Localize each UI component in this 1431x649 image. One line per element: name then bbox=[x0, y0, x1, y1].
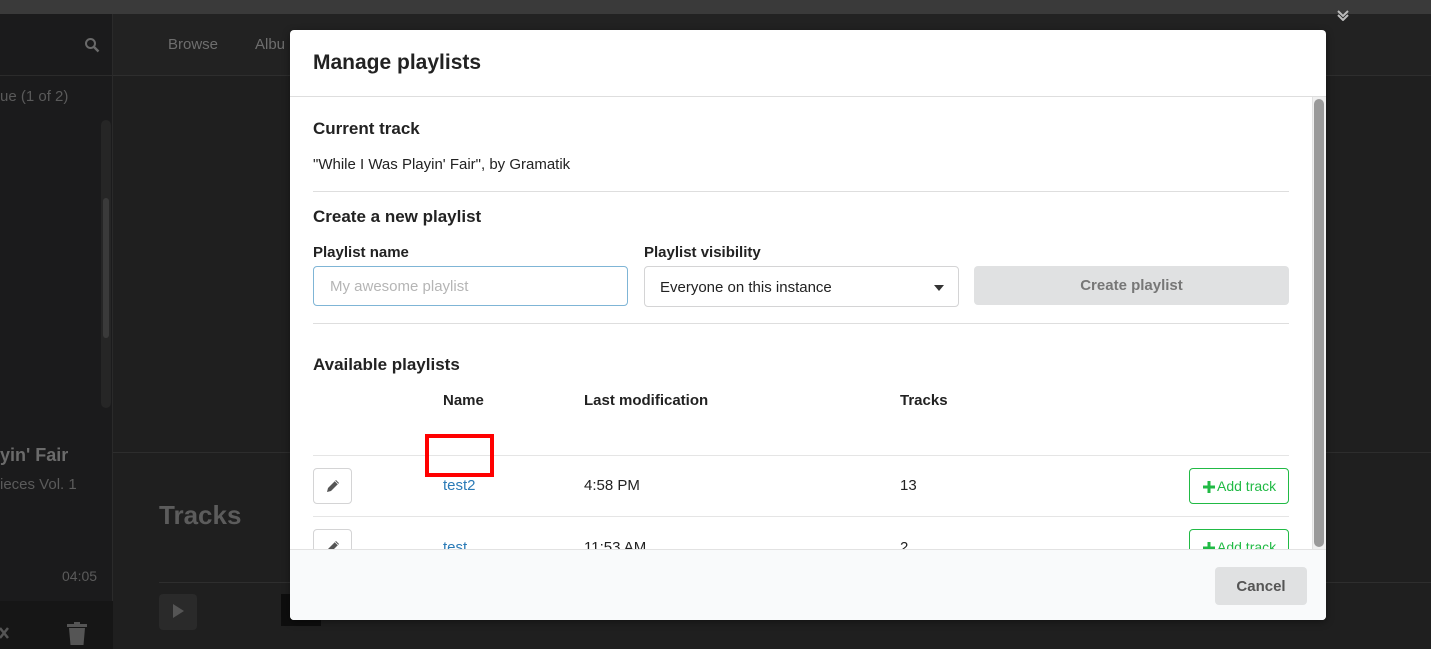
playlist-track-count: 13 bbox=[900, 477, 917, 494]
now-playing-title: yin' Fair bbox=[0, 445, 69, 465]
add-track-button[interactable]: Add track bbox=[1189, 468, 1289, 504]
column-header-tracks: Tracks bbox=[900, 392, 948, 409]
trash-icon[interactable] bbox=[66, 622, 88, 646]
play-icon bbox=[173, 604, 184, 618]
add-track-label: Add track bbox=[1217, 539, 1277, 549]
pencil-icon bbox=[327, 480, 339, 492]
column-header-last-modification: Last modification bbox=[584, 392, 709, 409]
sidebar bbox=[0, 14, 113, 649]
current-track-heading: Current track bbox=[313, 119, 420, 138]
modal-footer: Cancel bbox=[290, 549, 1326, 620]
modal-scrollbar[interactable] bbox=[1312, 97, 1326, 549]
chevron-down-icon[interactable] bbox=[1335, 8, 1351, 22]
playlist-track-count: 2 bbox=[900, 539, 909, 549]
playlist-visibility-label: Playlist visibility bbox=[644, 244, 761, 261]
queue-label: ue (1 of 2) bbox=[0, 88, 69, 105]
modal-body: Current track "While I Was Playin' Fair"… bbox=[290, 97, 1326, 549]
edit-playlist-button[interactable] bbox=[313, 468, 352, 504]
cancel-button[interactable]: Cancel bbox=[1215, 567, 1307, 605]
track-duration: 04:05 bbox=[62, 568, 98, 584]
playlist-visibility-select[interactable]: Everyone on this instance bbox=[644, 266, 959, 307]
highlight-box bbox=[425, 434, 494, 477]
now-playing-album: ieces Vol. 1 bbox=[0, 476, 77, 493]
plus-icon bbox=[1203, 481, 1215, 493]
playlist-last-modified: 4:58 PM bbox=[584, 477, 640, 494]
shuffle-icon[interactable] bbox=[0, 624, 12, 644]
queue-scrollbar-thumb[interactable] bbox=[103, 198, 109, 338]
add-track-label: Add track bbox=[1217, 478, 1277, 494]
player-bar bbox=[0, 601, 113, 649]
modal-header: Manage playlists bbox=[290, 30, 1326, 97]
playlist-name-link[interactable]: test2 bbox=[443, 477, 476, 494]
pencil-icon bbox=[328, 541, 339, 549]
playlist-name-link[interactable]: test bbox=[443, 539, 467, 549]
search-icon[interactable] bbox=[84, 37, 100, 53]
divider bbox=[313, 191, 1289, 192]
add-track-button[interactable]: Add track bbox=[1189, 529, 1289, 549]
divider bbox=[313, 323, 1289, 324]
modal-scrollbar-thumb[interactable] bbox=[1314, 99, 1324, 547]
nav-browse[interactable]: Browse bbox=[168, 36, 218, 53]
divider bbox=[313, 516, 1289, 517]
create-playlist-heading: Create a new playlist bbox=[313, 207, 482, 226]
playlist-name-label: Playlist name bbox=[313, 244, 409, 261]
current-track-text: "While I Was Playin' Fair", by Gramatik bbox=[313, 156, 571, 173]
plus-icon bbox=[1203, 542, 1215, 549]
modal-title: Manage playlists bbox=[313, 51, 482, 74]
playlist-last-modified: 11:53 AM bbox=[584, 539, 647, 549]
playlist-name-input[interactable] bbox=[313, 266, 628, 306]
manage-playlists-modal: Manage playlists Current track "While I … bbox=[290, 30, 1326, 620]
visibility-selected-value: Everyone on this instance bbox=[660, 279, 832, 296]
tracks-heading: Tracks bbox=[159, 500, 242, 530]
available-playlists-heading: Available playlists bbox=[313, 355, 460, 374]
column-header-name: Name bbox=[443, 392, 484, 409]
caret-down-icon bbox=[934, 285, 944, 291]
create-playlist-button[interactable]: Create playlist bbox=[974, 266, 1289, 305]
top-bar bbox=[0, 0, 1431, 14]
edit-playlist-button[interactable] bbox=[313, 529, 352, 549]
play-button[interactable] bbox=[159, 594, 197, 630]
nav-albums[interactable]: Albu bbox=[255, 36, 285, 53]
